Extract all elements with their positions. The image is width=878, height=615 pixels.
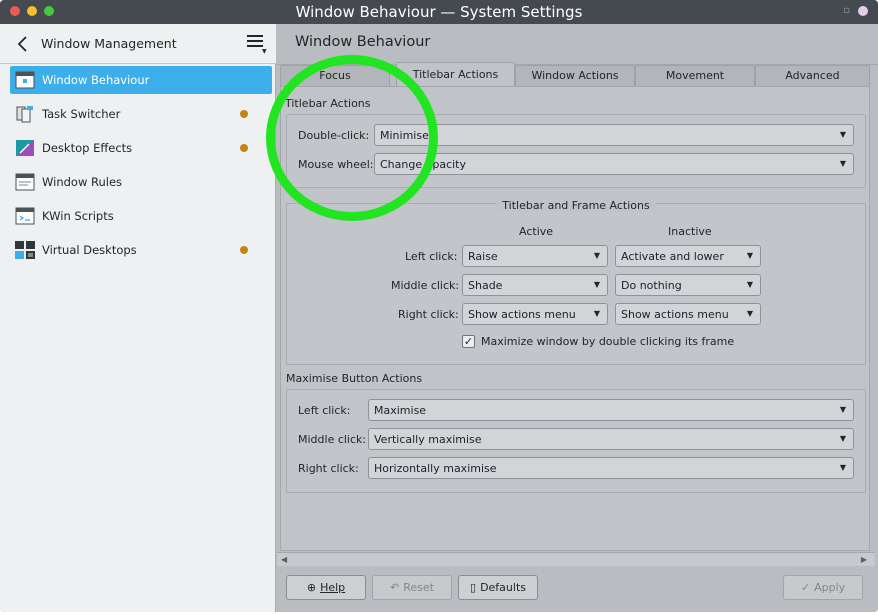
chevron-down-icon: ▼ bbox=[593, 309, 600, 318]
back-arrow-icon[interactable] bbox=[14, 35, 32, 53]
chevron-down-icon: ▼ bbox=[839, 434, 846, 443]
sidebar-item-label: Virtual Desktops bbox=[42, 243, 137, 257]
sidebar-item-label: Window Behaviour bbox=[42, 73, 150, 87]
sidebar-item-label: Window Rules bbox=[42, 175, 123, 189]
window-rules-icon bbox=[15, 173, 35, 191]
horizontal-scrollbar[interactable]: ◀ ▶ bbox=[277, 552, 875, 566]
maximise-right-click-combo[interactable]: Horizontally maximise ▼ bbox=[368, 457, 854, 479]
maximize-double-click-checkbox[interactable]: ✓ bbox=[462, 335, 475, 348]
reset-button[interactable]: ↶ Reset bbox=[372, 575, 452, 600]
maximise-actions-group-title: Maximise Button Actions bbox=[286, 372, 423, 385]
chevron-down-icon: ▼ bbox=[746, 280, 753, 289]
window-menu-button[interactable] bbox=[858, 6, 868, 16]
maximise-middle-click-label: Middle click: bbox=[298, 433, 367, 446]
frame-middle-click-active-combo[interactable]: Shade ▼ bbox=[462, 274, 608, 296]
double-click-combo[interactable]: Minimise ▼ bbox=[374, 124, 854, 146]
sidebar-item-label: Task Switcher bbox=[42, 107, 121, 121]
inactive-column-header: Inactive bbox=[668, 225, 712, 238]
frame-actions-group-title: Titlebar and Frame Actions bbox=[496, 199, 656, 212]
sidebar-item-window-rules[interactable]: Window Rules bbox=[0, 168, 276, 202]
tab-panel: Titlebar Actions Double-click: Minimise ▼… bbox=[280, 86, 870, 551]
defaults-button[interactable]: ▯ Defaults bbox=[458, 575, 538, 600]
maximise-left-click-combo[interactable]: Maximise ▼ bbox=[368, 399, 854, 421]
help-button[interactable]: ⊕ Help bbox=[286, 575, 366, 600]
defaults-document-icon: ▯ bbox=[470, 581, 477, 594]
footer-bar: ⊕ Help ↶ Reset ▯ Defaults ✓ Apply bbox=[277, 567, 878, 612]
frame-middle-click-inactive-combo[interactable]: Do nothing ▼ bbox=[615, 274, 761, 296]
desktop-effects-icon bbox=[16, 140, 34, 156]
tab-bar: Focus Titlebar Actions Window Actions Mo… bbox=[280, 62, 870, 86]
tab-focus[interactable]: Focus bbox=[280, 65, 390, 86]
sidebar-item-label: Desktop Effects bbox=[42, 141, 133, 155]
sidebar-item-virtual-desktops[interactable]: Virtual Desktops bbox=[0, 236, 276, 270]
maximise-actions-group: Left click: Maximise ▼ Middle click: Vert… bbox=[286, 389, 866, 493]
double-click-label: Double-click: bbox=[298, 129, 370, 142]
chevron-down-icon: ▼ bbox=[593, 251, 600, 260]
frame-right-click-inactive-combo[interactable]: Show actions menu ▼ bbox=[615, 303, 761, 325]
task-switcher-icon bbox=[16, 106, 33, 123]
window-titlebar[interactable]: Window Behaviour — System Settings ▫ bbox=[0, 0, 878, 24]
changed-indicator-dot bbox=[240, 246, 248, 254]
frame-right-click-active-combo[interactable]: Show actions menu ▼ bbox=[462, 303, 608, 325]
titlebar-actions-group: Double-click: Minimise ▼ Mouse wheel: Cha… bbox=[286, 114, 866, 188]
scroll-right-icon[interactable]: ▶ bbox=[861, 555, 867, 564]
scroll-left-icon[interactable]: ◀ bbox=[281, 555, 287, 564]
mouse-wheel-label: Mouse wheel: bbox=[298, 158, 374, 171]
frame-actions-group: Titlebar and Frame Actions Active Inacti… bbox=[286, 199, 866, 365]
kwin-scripts-icon bbox=[15, 207, 35, 225]
sidebar-item-task-switcher[interactable]: Task Switcher bbox=[0, 100, 276, 134]
sidebar-item-desktop-effects[interactable]: Desktop Effects bbox=[0, 134, 276, 168]
settings-window: Window Behaviour — System Settings ▫ Win… bbox=[0, 0, 878, 612]
virtual-desktops-icon bbox=[15, 241, 35, 259]
window-behaviour-icon bbox=[15, 71, 35, 89]
maximise-left-click-label: Left click: bbox=[298, 404, 351, 417]
mouse-wheel-combo[interactable]: Change opacity ▼ bbox=[374, 153, 854, 175]
titlebar-actions-group-title: Titlebar Actions bbox=[285, 97, 371, 110]
active-column-header: Active bbox=[519, 225, 554, 238]
maximise-right-click-label: Right click: bbox=[298, 462, 359, 475]
chevron-down-icon: ▼ bbox=[839, 405, 846, 414]
help-lifebuoy-icon: ⊕ bbox=[306, 581, 317, 594]
chevron-down-icon: ▼ bbox=[839, 463, 846, 472]
tab-movement[interactable]: Movement bbox=[635, 65, 755, 86]
changed-indicator-dot bbox=[240, 144, 248, 152]
chevron-down-icon: ▼ bbox=[839, 159, 846, 168]
chevron-down-icon: ▼ bbox=[593, 280, 600, 289]
sidebar-item-label: KWin Scripts bbox=[42, 209, 114, 223]
sidebar-header: Window Management ▼ bbox=[0, 24, 276, 64]
frame-right-click-label: Right click: bbox=[398, 308, 459, 321]
apply-button[interactable]: ✓ Apply bbox=[783, 575, 863, 600]
sidebar-list: Window Behaviour Task Switcher Desktop E… bbox=[0, 66, 276, 270]
apply-check-icon: ✓ bbox=[800, 581, 811, 594]
frame-middle-click-label: Middle click: bbox=[391, 279, 460, 292]
main-content: Window Behaviour Focus Titlebar Actions … bbox=[277, 24, 878, 612]
chevron-down-icon: ▼ bbox=[839, 130, 846, 139]
reset-undo-icon: ↶ bbox=[390, 581, 400, 594]
frame-left-click-inactive-combo[interactable]: Activate and lower ▼ bbox=[615, 245, 761, 267]
tab-advanced[interactable]: Advanced bbox=[755, 65, 870, 86]
changed-indicator-dot bbox=[240, 110, 248, 118]
frame-left-click-active-combo[interactable]: Raise ▼ bbox=[462, 245, 608, 267]
sidebar-title: Window Management bbox=[41, 36, 177, 51]
sidebar-item-kwin-scripts[interactable]: KWin Scripts bbox=[0, 202, 276, 236]
chevron-down-icon: ▼ bbox=[746, 251, 753, 260]
sidebar: Window Management ▼ Window Behaviour Tas… bbox=[0, 24, 276, 612]
page-title: Window Behaviour bbox=[295, 34, 431, 50]
frame-left-click-label: Left click: bbox=[405, 250, 458, 263]
chevron-down-icon: ▼ bbox=[746, 309, 753, 318]
maximise-middle-click-combo[interactable]: Vertically maximise ▼ bbox=[368, 428, 854, 450]
keep-above-icon[interactable]: ▫ bbox=[843, 5, 850, 16]
sidebar-item-window-behaviour[interactable]: Window Behaviour bbox=[0, 66, 276, 100]
tab-titlebar-actions[interactable]: Titlebar Actions bbox=[396, 62, 515, 86]
tab-window-actions[interactable]: Window Actions bbox=[515, 65, 635, 86]
window-title: Window Behaviour — System Settings bbox=[295, 3, 583, 21]
maximize-double-click-label: Maximize window by double clicking its f… bbox=[481, 335, 735, 348]
hamburger-menu-icon[interactable]: ▼ bbox=[247, 35, 269, 55]
